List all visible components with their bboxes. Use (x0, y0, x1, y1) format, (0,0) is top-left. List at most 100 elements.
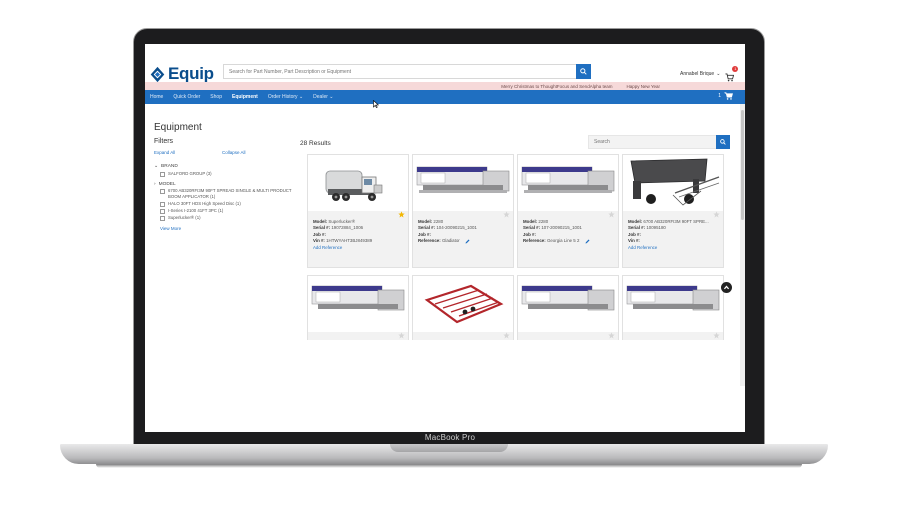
cart-icon (724, 92, 733, 100)
model-facet-label: MODEL (158, 182, 176, 187)
card-meta: Model: 6700 AB320RFI3M 90FT SPRE... Seri… (628, 219, 720, 251)
card-reference: Reference: Gladiator (418, 238, 510, 244)
nav-home[interactable]: Home (145, 90, 168, 104)
laptop-notch (390, 444, 508, 452)
favorite-star-icon[interactable] (608, 332, 615, 339)
user-menu[interactable]: Annabel Brique ⌄ 1 (680, 66, 739, 82)
equipment-card[interactable] (517, 275, 619, 345)
nav-quick-order[interactable]: Quick Order (168, 90, 205, 104)
nav-dealer[interactable]: Dealer ⌄ (308, 90, 338, 104)
checkbox[interactable] (160, 201, 165, 207)
nav-cart-count: 1 (718, 93, 721, 99)
machine-image (413, 155, 513, 211)
favorite-star-icon[interactable] (398, 211, 405, 218)
mouse-pointer-icon (373, 100, 379, 108)
brand-facet-toggle[interactable]: ⌄ BRAND (154, 164, 178, 169)
brand-option[interactable]: SALFORD GROUP (3) (160, 171, 298, 177)
machine-image (623, 276, 723, 332)
model-facet-toggle[interactable]: › MODEL (154, 182, 176, 187)
search-icon (580, 68, 587, 75)
announcement-message: Happy New Year (626, 83, 660, 89)
equipment-card[interactable] (412, 275, 514, 345)
cart-icon (725, 73, 735, 82)
nav-order-history[interactable]: Order History ⌄ (263, 90, 308, 104)
equipment-card[interactable]: Model: 6700 AB320RFI3M 90FT SPRE... Seri… (622, 154, 724, 268)
search-icon (720, 139, 726, 145)
model-option[interactable]: HALO 30FT HDS High Speed Disc (1) (160, 201, 298, 207)
nav-equipment[interactable]: Equipment (227, 90, 263, 104)
filters-title: Filters (154, 138, 174, 145)
page-title: Equipment (154, 122, 202, 133)
machine-image (518, 276, 618, 332)
model-option-label: 6700 AB320RFI3M 90FT SPREAD SINGLE & MUL… (168, 188, 292, 199)
chevron-up-icon (723, 285, 730, 290)
logo-icon (150, 66, 165, 82)
model-option[interactable]: Superlucker® (1) (160, 215, 298, 221)
checkbox[interactable] (160, 188, 165, 194)
nav-dealer-label: Dealer (313, 94, 328, 100)
results-search-button[interactable] (716, 135, 730, 149)
announcement-message: Merry Christmas to ThoughtFocus and Send… (501, 83, 613, 89)
equipment-card[interactable] (307, 275, 409, 345)
expand-all-link[interactable]: Expand All (154, 150, 175, 155)
chevron-down-icon: ⌄ (716, 71, 721, 77)
equipment-card[interactable]: Model: 2280 Serial #: 107-20090215_1001 … (517, 154, 619, 268)
cart-badge: 1 (732, 66, 739, 72)
favorite-star-icon[interactable] (713, 332, 720, 339)
main-nav: Home Quick Order Shop Equipment Order Hi… (145, 90, 745, 104)
user-name: Annabel Brique (680, 71, 715, 77)
chevron-right-icon: › (154, 182, 156, 187)
truck-image (308, 155, 408, 211)
view-more-link[interactable]: View More (160, 226, 181, 231)
chevron-down-icon: ⌄ (298, 94, 304, 100)
model-option-label: HALO 30FT HDS High Speed Disc (1) (168, 201, 241, 206)
stage: Equip Annabel Brique ⌄ (0, 0, 900, 515)
favorite-star-icon[interactable] (398, 332, 405, 339)
add-reference-link[interactable]: Add Reference (628, 245, 720, 251)
model-option-label: I-Series I-2100 41FT 3PC (1) (168, 208, 224, 213)
checkbox[interactable] (160, 208, 165, 214)
part-search (223, 64, 591, 79)
logo-text: Equip (168, 64, 214, 83)
pencil-icon[interactable] (465, 239, 470, 244)
scrollbar-thumb[interactable] (741, 110, 744, 220)
logo[interactable]: Equip (149, 64, 214, 84)
add-reference-link[interactable]: Add Reference (313, 245, 405, 251)
chevron-down-icon: ⌄ (329, 94, 334, 100)
model-option[interactable]: 6700 AB320RFI3M 90FT SPREAD SINGLE & MUL… (160, 188, 298, 200)
implement-image (413, 276, 513, 332)
card-meta: Model: 2280 Serial #: 104-20090215_1001 … (418, 219, 510, 245)
laptop-shadow (96, 464, 802, 468)
scrollbar[interactable] (740, 104, 745, 386)
screen: Equip Annabel Brique ⌄ (145, 44, 745, 432)
header-cart[interactable]: 1 (725, 66, 739, 82)
favorite-star-icon[interactable] (713, 211, 720, 218)
part-search-input[interactable] (224, 65, 578, 78)
checkbox[interactable] (160, 171, 165, 177)
applicator-image (623, 155, 723, 211)
model-option[interactable]: I-Series I-2100 41FT 3PC (1) (160, 208, 298, 214)
nav-order-history-label: Order History (267, 94, 298, 100)
favorite-star-icon[interactable] (608, 211, 615, 218)
chevron-down-icon: ⌄ (154, 164, 159, 169)
results-search (588, 135, 730, 149)
equipment-card[interactable]: Model: Superlucker® Serial #: 19072884_1… (307, 154, 409, 268)
favorite-star-icon[interactable] (503, 211, 510, 218)
collapse-all-link[interactable]: Collapse All (222, 150, 246, 155)
results-search-input[interactable] (589, 136, 715, 148)
machine-image (308, 276, 408, 332)
pencil-icon[interactable] (585, 239, 590, 244)
nav-shop[interactable]: Shop (205, 90, 227, 104)
page-blank-area (145, 340, 745, 432)
announcement-bar: Merry Christmas to ThoughtFocus and Send… (145, 82, 745, 90)
equipment-card[interactable] (622, 275, 724, 345)
card-reference: Reference: Georgia Line 5 2 (523, 238, 615, 244)
checkbox[interactable] (160, 215, 165, 221)
nav-cart[interactable]: 1 (718, 92, 733, 100)
scroll-to-top-button[interactable] (721, 282, 732, 293)
favorite-star-icon[interactable] (503, 332, 510, 339)
equipment-card[interactable]: Model: 2280 Serial #: 104-20090215_1001 … (412, 154, 514, 268)
app-header: Equip Annabel Brique ⌄ (145, 44, 745, 84)
part-search-button[interactable] (576, 64, 591, 79)
brand-facet-label: BRAND (161, 164, 178, 169)
